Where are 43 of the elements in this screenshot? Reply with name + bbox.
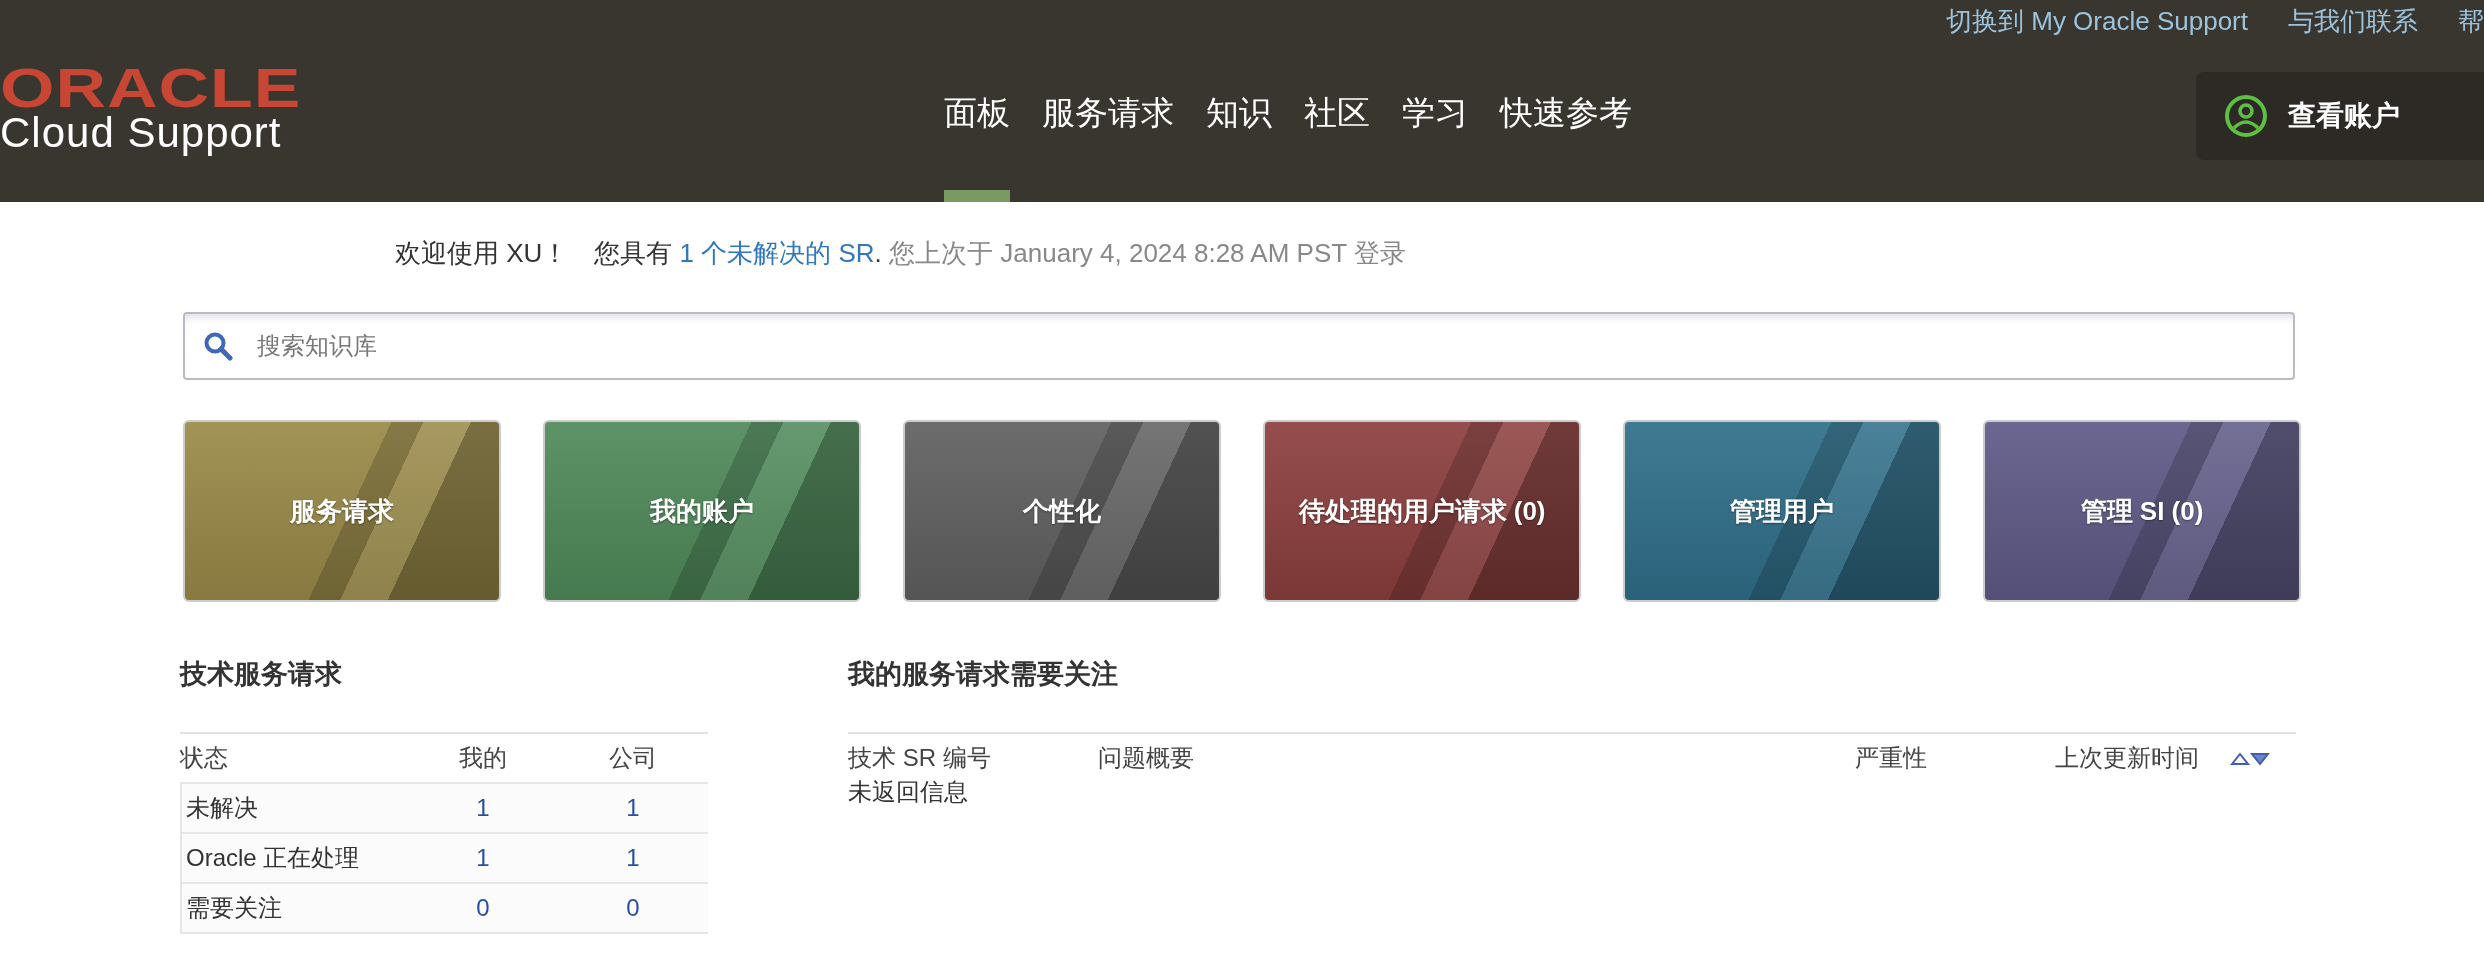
count-link[interactable]: 1	[558, 844, 708, 872]
table-cell-text: 未解决	[185, 793, 259, 823]
nav-tab[interactable]: 学习	[1402, 0, 1468, 202]
column-header: 问题概要	[1098, 743, 1195, 773]
user-icon	[2224, 94, 2268, 138]
nav-tab[interactable]: 快速参考	[1500, 0, 1632, 202]
section-heading: 我的服务请求需要关注	[848, 658, 1119, 691]
nav-tab[interactable]: 知识	[1206, 0, 1272, 202]
count-link[interactable]: 0	[408, 894, 558, 922]
column-header: 技术 SR 编号	[848, 743, 992, 773]
search-field[interactable]: 搜索知识库	[183, 312, 2295, 380]
nav-tab[interactable]: 服务请求	[1042, 0, 1174, 202]
header-link[interactable]: 与我们联系	[2288, 4, 2418, 39]
dashboard-tile[interactable]: 服务请求	[183, 420, 501, 602]
section-heading: 技术服务请求	[180, 658, 343, 691]
header-link[interactable]: 切换到 My Oracle Support	[1946, 4, 2248, 39]
logo-wordmark: ORACLE	[0, 64, 302, 112]
count-link[interactable]: 1	[408, 844, 558, 872]
column-header: 我的	[458, 743, 508, 773]
column-header: 公司	[608, 743, 658, 773]
search-icon	[203, 331, 233, 361]
count-link[interactable]: 1	[408, 794, 558, 822]
column-header: 严重性	[1855, 743, 1928, 773]
count-link[interactable]: 0	[558, 894, 708, 922]
table-cell-text: Oracle 正在处理	[185, 843, 361, 873]
empty-message: 未返回信息	[848, 777, 969, 807]
dashboard-tile[interactable]: 个性化	[903, 420, 1221, 602]
open-sr-link[interactable]: 1 个未解决的 SR	[679, 238, 875, 268]
dashboard-tile[interactable]: 我的账户	[543, 420, 861, 602]
logo-subtitle: Cloud Support	[0, 112, 282, 154]
column-header: 状态	[180, 743, 229, 773]
dashboard-tile[interactable]: 待处理的用户请求 (0)	[1263, 420, 1581, 602]
column-header: 上次更新时间	[2055, 743, 2200, 773]
header-link[interactable]: 帮	[2458, 4, 2484, 39]
count-link[interactable]: 1	[558, 794, 708, 822]
dashboard-tile[interactable]: 管理用户	[1623, 420, 1941, 602]
nav-tab[interactable]: 面板	[944, 0, 1010, 202]
table-cell-text: 需要关注	[185, 893, 283, 923]
nav-tab[interactable]: 社区	[1304, 0, 1370, 202]
welcome-message: 欢迎使用 XU！ 您具有 1 个未解决的 SR. 您上次于 January 4, 2024 8:28 AM PST 登录	[395, 237, 1407, 270]
dashboard-tile[interactable]: 管理 SI (0)	[1983, 420, 2301, 602]
sort-arrows-icon[interactable]	[2230, 752, 2270, 766]
view-account-button[interactable]: 查看账户	[2196, 72, 2484, 160]
